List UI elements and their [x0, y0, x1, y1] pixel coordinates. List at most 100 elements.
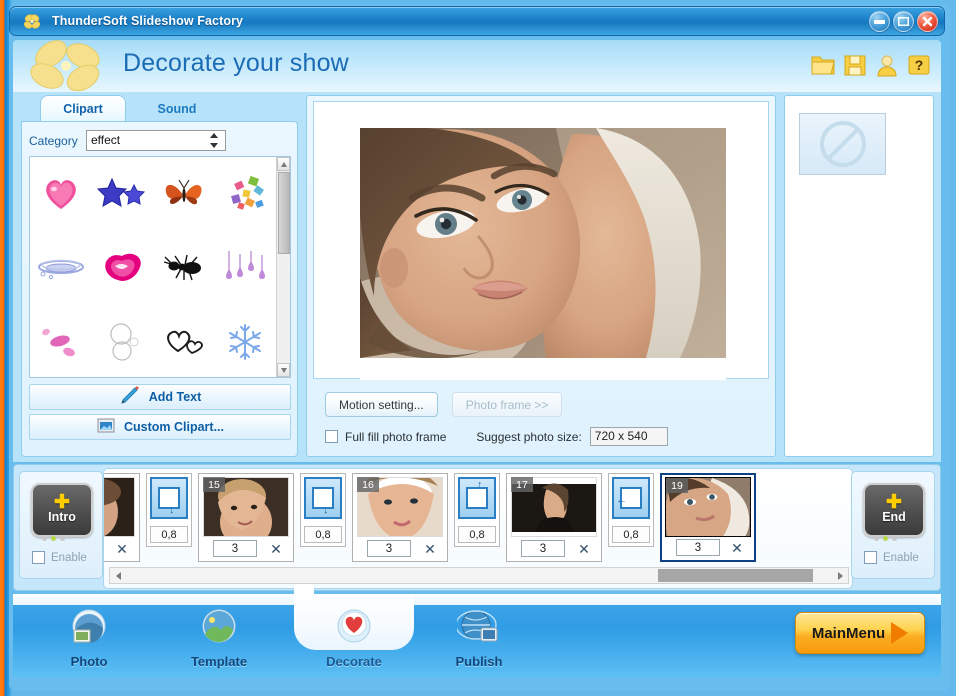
full-fill-label: Full fill photo frame — [345, 430, 446, 444]
filmstrip-scrollbar[interactable] — [109, 567, 849, 584]
pink-heart-clipart[interactable] — [30, 157, 92, 231]
bubble-outline-clipart[interactable] — [92, 305, 154, 377]
help-icon[interactable]: ? — [906, 51, 932, 79]
transition-item[interactable]: ↑ 0,8 — [454, 473, 500, 547]
photo-icon — [67, 608, 111, 651]
slide-delete-icon[interactable]: ✕ — [268, 541, 284, 558]
bottom-navigation: Photo Template — [13, 594, 941, 678]
minimize-button[interactable] — [869, 11, 890, 32]
tab-clipart[interactable]: Clipart — [40, 95, 126, 121]
pink-petals-clipart[interactable] — [30, 305, 92, 377]
filmstrip-scroll-thumb[interactable] — [658, 569, 813, 582]
slide-duration[interactable]: 3 — [213, 540, 257, 557]
nav-photo[interactable]: Photo — [33, 608, 145, 668]
nav-template[interactable]: Template — [163, 608, 275, 668]
pink-lips-clipart[interactable] — [92, 231, 154, 305]
scrollbar-thumb[interactable] — [278, 172, 290, 254]
custom-clipart-button[interactable]: Custom Clipart... — [29, 414, 291, 440]
scroll-down-button[interactable] — [277, 363, 290, 377]
main-body: Clipart Sound Category effect — [13, 92, 941, 462]
transition-item[interactable]: ↓ 0,8 — [300, 473, 346, 547]
suggest-size-value: 720 x 540 — [590, 427, 668, 446]
slide-delete-icon[interactable]: ✕ — [422, 541, 438, 558]
clipart-panel-body: Category effect — [21, 121, 298, 457]
nav-photo-label: Photo — [71, 654, 108, 669]
scroll-right-button[interactable] — [832, 568, 848, 583]
plus-icon: ✚ — [886, 497, 902, 508]
ant-clipart[interactable] — [153, 231, 215, 305]
scroll-up-button[interactable] — [277, 157, 290, 171]
photo-frame-label: Photo frame >> — [466, 398, 549, 412]
clipart-grid-container — [29, 156, 291, 378]
halo-ring-clipart[interactable] — [30, 231, 92, 305]
slide-delete-icon[interactable]: ✕ — [576, 541, 592, 558]
preview-panel: Motion setting... Photo frame >> Full fi… — [306, 95, 776, 457]
arrow-down-icon: ↓ — [169, 505, 175, 515]
motion-setting-label: Motion setting... — [339, 398, 424, 412]
transition-duration[interactable]: 0,8 — [612, 526, 650, 543]
transition-duration[interactable]: 0,8 — [150, 526, 188, 543]
scroll-left-button[interactable] — [110, 568, 126, 583]
header-toolbar: ? — [810, 51, 932, 79]
butterfly-clipart[interactable] — [153, 157, 215, 231]
category-value: effect — [91, 133, 120, 147]
preview-stage — [313, 101, 769, 379]
list-item[interactable]: 17 3 ✕ — [506, 473, 602, 562]
save-icon[interactable] — [842, 51, 868, 79]
category-select[interactable]: effect — [86, 130, 226, 151]
open-folder-icon[interactable] — [810, 51, 836, 79]
intro-enable-row: Enable — [32, 551, 87, 564]
clipart-list-panel[interactable] — [784, 95, 934, 457]
intro-dots-icon — [42, 536, 65, 541]
nav-template-label: Template — [191, 654, 247, 669]
nav-decorate[interactable]: Decorate — [298, 608, 410, 668]
nav-publish-label: Publish — [456, 654, 503, 669]
end-dots-icon — [874, 536, 897, 541]
list-item[interactable]: 16 3 ✕ — [352, 473, 448, 562]
slide-thumbnail — [103, 477, 135, 537]
slide-duration[interactable]: 3 — [676, 539, 720, 556]
end-button[interactable]: ✚ End — [863, 483, 925, 537]
photo-frame-button[interactable]: Photo frame >> — [452, 392, 563, 417]
confetti-clipart[interactable] — [215, 157, 277, 231]
end-enable-checkbox[interactable] — [864, 551, 877, 564]
intro-button[interactable]: ✚ Intro — [31, 483, 93, 537]
heart-outline-clipart[interactable] — [153, 305, 215, 377]
maximize-button[interactable] — [893, 11, 914, 32]
user-account-icon[interactable] — [874, 51, 900, 79]
list-item[interactable]: 14 3 ✕ — [103, 473, 140, 562]
transition-duration[interactable]: 0,8 — [304, 526, 342, 543]
clipart-scrollbar[interactable] — [276, 157, 290, 377]
nav-decorate-label: Decorate — [326, 654, 382, 669]
motion-setting-button[interactable]: Motion setting... — [325, 392, 438, 417]
transition-item[interactable]: ← 0,8 — [608, 473, 654, 547]
slide-index: 19 — [666, 478, 688, 493]
full-fill-checkbox[interactable] — [325, 430, 338, 443]
mainmenu-button[interactable]: MainMenu — [795, 612, 925, 654]
tab-sound[interactable]: Sound — [134, 98, 220, 121]
transition-item[interactable]: ↓ 0,8 — [146, 473, 192, 547]
arrow-down-icon: ↓ — [323, 505, 329, 515]
end-enable-label: Enable — [883, 552, 919, 564]
transition-preview-icon: ↓ — [304, 477, 342, 519]
add-text-button[interactable]: Add Text — [29, 384, 291, 410]
close-button[interactable] — [917, 11, 938, 32]
list-item[interactable]: 19 3 ✕ — [660, 473, 756, 562]
category-spinner-icon[interactable] — [208, 133, 220, 148]
list-item[interactable]: 15 3 ✕ — [198, 473, 294, 562]
snowflake-clipart[interactable] — [215, 305, 277, 377]
slide-canvas[interactable] — [360, 102, 726, 380]
header-flower-logo-icon — [21, 38, 117, 94]
transition-duration[interactable]: 0,8 — [458, 526, 496, 543]
decorate-heart-icon — [332, 608, 376, 651]
slide-duration[interactable]: 3 — [367, 540, 411, 557]
blue-stars-clipart[interactable] — [92, 157, 154, 231]
nav-publish[interactable]: Publish — [423, 608, 535, 668]
intro-enable-checkbox[interactable] — [32, 551, 45, 564]
slide-preview-photo[interactable] — [360, 128, 726, 358]
slide-duration[interactable]: 3 — [521, 540, 565, 557]
arrow-left-icon: ← — [616, 495, 627, 505]
purple-drops-clipart[interactable] — [215, 231, 277, 305]
slide-delete-icon[interactable]: ✕ — [114, 541, 130, 558]
slide-delete-icon[interactable]: ✕ — [729, 540, 745, 557]
